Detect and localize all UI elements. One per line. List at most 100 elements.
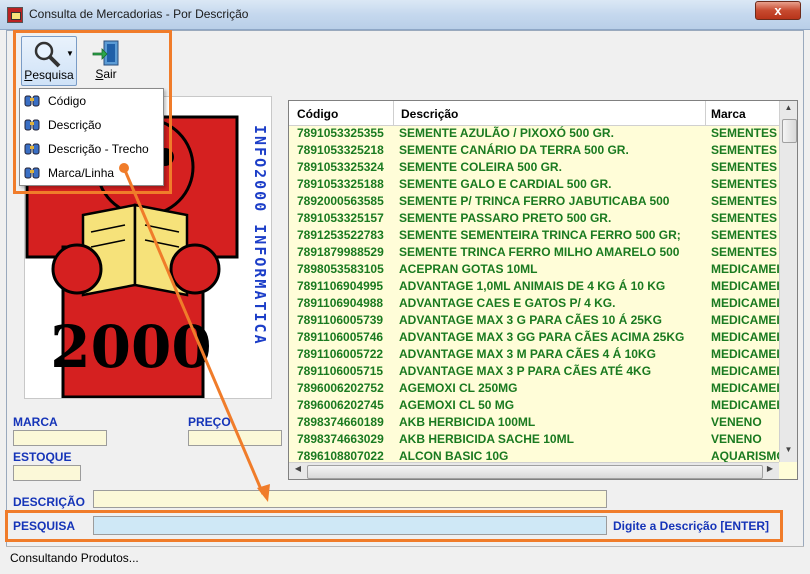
cell-code: 7891106005715	[297, 364, 384, 378]
cell-code: 7891053325157	[297, 211, 384, 225]
window-title: Consulta de Mercadorias - Por Descrição	[29, 7, 249, 21]
table-row[interactable]: 7891106005739 ADVANTAGE MAX 3 G PARA CÃES…	[289, 312, 779, 329]
cell-description: ADVANTAGE MAX 3 GG PARA CÃES ACIMA 25KG	[399, 330, 685, 344]
cell-code: 7891106005722	[297, 347, 384, 361]
cell-brand: SEMENTES	[711, 143, 778, 157]
table-row[interactable]: 7891053325324 SEMENTE COLEIRA 500 GR. SEM…	[289, 159, 779, 176]
descricao-label: DESCRIÇÃO	[13, 495, 86, 509]
cell-description: ADVANTAGE CAES E GATOS P/ 4 KG.	[399, 296, 616, 310]
vertical-scrollbar[interactable]: ▲ ▼	[779, 101, 797, 462]
cell-brand: MEDICAMEI	[711, 262, 779, 276]
cell-brand: MEDICAMEI	[711, 364, 779, 378]
preco-field[interactable]	[188, 430, 282, 446]
column-header-brand[interactable]: Marca	[711, 107, 746, 121]
scroll-down-icon[interactable]: ▼	[782, 445, 795, 459]
cell-code: 7891106005746	[297, 330, 384, 344]
app-icon	[7, 7, 23, 23]
title-bar: Consulta de Mercadorias - Por Descrição …	[0, 0, 810, 30]
cell-code: 7891106005739	[297, 313, 384, 327]
cell-description: SEMENTE CANÁRIO DA TERRA 500 GR.	[399, 143, 629, 157]
estoque-field[interactable]	[13, 465, 81, 481]
preco-label: PREÇO	[188, 415, 231, 429]
marca-label: MARCA	[13, 415, 58, 429]
table-row[interactable]: 7896006202745 AGEMOXI CL 50 MG MEDICAMEI	[289, 397, 779, 414]
scroll-thumb[interactable]	[782, 119, 797, 143]
search-hint: Digite a Descrição [ENTER]	[613, 519, 770, 533]
column-header-code[interactable]: Código	[297, 107, 338, 121]
cell-brand: MEDICAMEI	[711, 381, 779, 395]
cell-code: 7891879988529	[297, 245, 384, 259]
cell-brand: SEMENTES	[711, 126, 778, 140]
close-button[interactable]: x	[755, 1, 801, 20]
toolbar-highlight	[13, 30, 172, 194]
cell-code: 7891053325355	[297, 126, 384, 140]
cell-description: ADVANTAGE MAX 3 P PARA CÃES ATÉ 4KG	[399, 364, 652, 378]
cell-code: 7891053325324	[297, 160, 384, 174]
cell-brand: SEMENTES	[711, 160, 778, 174]
cell-brand: MEDICAMEI	[711, 296, 779, 310]
cell-brand: MEDICAMEI	[711, 330, 779, 344]
cell-description: AGEMOXI CL 50 MG	[399, 398, 515, 412]
logo-big-text: 2000	[50, 313, 212, 381]
scroll-up-icon[interactable]: ▲	[782, 103, 795, 117]
cell-description: SEMENTE PASSARO PRETO 500 GR.	[399, 211, 612, 225]
marca-field[interactable]	[13, 430, 107, 446]
horizontal-scrollbar[interactable]: ◀ ▶	[289, 462, 779, 479]
table-row[interactable]: 7891106005722 ADVANTAGE MAX 3 M PARA CÃES…	[289, 346, 779, 363]
cell-brand: SEMENTES	[711, 194, 778, 208]
cell-code: 7891106904988	[297, 296, 384, 310]
table-row[interactable]: 7891106904988 ADVANTAGE CAES E GATOS P/ 4…	[289, 295, 779, 312]
table-row[interactable]: 7891106005715 ADVANTAGE MAX 3 P PARA CÃES…	[289, 363, 779, 380]
status-text: Consultando Produtos...	[10, 551, 139, 565]
table-row[interactable]: 7891253522783 SEMENTE SEMENTEIRA TRINCA …	[289, 227, 779, 244]
cell-description: AGEMOXI CL 250MG	[399, 381, 518, 395]
table-row[interactable]: 7898053583105 ACEPRAN GOTAS 10ML MEDICAMEI	[289, 261, 779, 278]
cell-description: AKB HERBICIDA SACHE 10ML	[399, 432, 574, 446]
cell-description: ADVANTAGE MAX 3 M PARA CÃES 4 Á 10KG	[399, 347, 656, 361]
table-row[interactable]: 7891053325218 SEMENTE CANÁRIO DA TERRA 5…	[289, 142, 779, 159]
cell-brand: MEDICAMEI	[711, 347, 779, 361]
cell-description: SEMENTE P/ TRINCA FERRO JABUTICABA 500	[399, 194, 670, 208]
table-row[interactable]: 7898374663029 AKB HERBICIDA SACHE 10ML VEN…	[289, 431, 779, 448]
table-row[interactable]: 7891879988529 SEMENTE TRINCA FERRO MILHO…	[289, 244, 779, 261]
table-row[interactable]: 7891053325355 SEMENTE AZULÃO / PIXOXÓ 50…	[289, 125, 779, 142]
products-grid[interactable]: Código Descrição Marca 7891053325355 SEM…	[288, 100, 798, 480]
estoque-label: ESTOQUE	[13, 450, 72, 464]
cell-code: 7898374660189	[297, 415, 384, 429]
cell-code: 7891053325218	[297, 143, 384, 157]
cell-description: AKB HERBICIDA 100ML	[399, 415, 536, 429]
column-divider[interactable]	[705, 101, 706, 125]
cell-code: 7896108807022	[297, 449, 384, 463]
cell-description: SEMENTE COLEIRA 500 GR.	[399, 160, 562, 174]
table-row[interactable]: 7898374660189 AKB HERBICIDA 100ML VENENO	[289, 414, 779, 431]
pesquisa-input[interactable]	[93, 516, 607, 535]
cell-code: 7898374663029	[297, 432, 384, 446]
scroll-left-icon[interactable]: ◀	[291, 464, 305, 478]
pesquisa-label: PESQUISA	[13, 519, 76, 533]
cell-code: 7896006202752	[297, 381, 384, 395]
logo-vertical-text: INFO2000 INFORMATICA	[251, 125, 269, 346]
cell-code: 7892000563585	[297, 194, 384, 208]
table-row[interactable]: 7891106005746 ADVANTAGE MAX 3 GG PARA CÃE…	[289, 329, 779, 346]
table-row[interactable]: 7891106904995 ADVANTAGE 1,0ML ANIMAIS DE …	[289, 278, 779, 295]
scroll-right-icon[interactable]: ▶	[763, 464, 777, 478]
column-header-description[interactable]: Descrição	[401, 107, 458, 121]
cell-brand: SEMENTES	[711, 245, 778, 259]
cell-brand: MEDICAMEI	[711, 313, 779, 327]
cell-brand: SEMENTES	[711, 177, 778, 191]
cell-brand: MEDICAMEI	[711, 398, 779, 412]
cell-brand: VENENO	[711, 415, 762, 429]
descricao-field[interactable]	[93, 490, 607, 508]
table-row[interactable]: 7891053325157 SEMENTE PASSARO PRETO 500 …	[289, 210, 779, 227]
scroll-thumb[interactable]	[307, 465, 763, 479]
column-divider[interactable]	[393, 101, 394, 125]
cell-brand: MEDICAMEI	[711, 279, 779, 293]
cell-description: SEMENTE AZULÃO / PIXOXÓ 500 GR.	[399, 126, 614, 140]
table-row[interactable]: 7896006202752 AGEMOXI CL 250MG MEDICAMEI	[289, 380, 779, 397]
table-row[interactable]: 7891053325188 SEMENTE GALO E CARDIAL 500…	[289, 176, 779, 193]
table-row[interactable]: 7892000563585 SEMENTE P/ TRINCA FERRO JA…	[289, 193, 779, 210]
cell-description: ADVANTAGE MAX 3 G PARA CÃES 10 Á 25KG	[399, 313, 662, 327]
cell-brand: SEMENTES	[711, 211, 778, 225]
cell-code: 7898053583105	[297, 262, 384, 276]
cell-code: 7891053325188	[297, 177, 384, 191]
